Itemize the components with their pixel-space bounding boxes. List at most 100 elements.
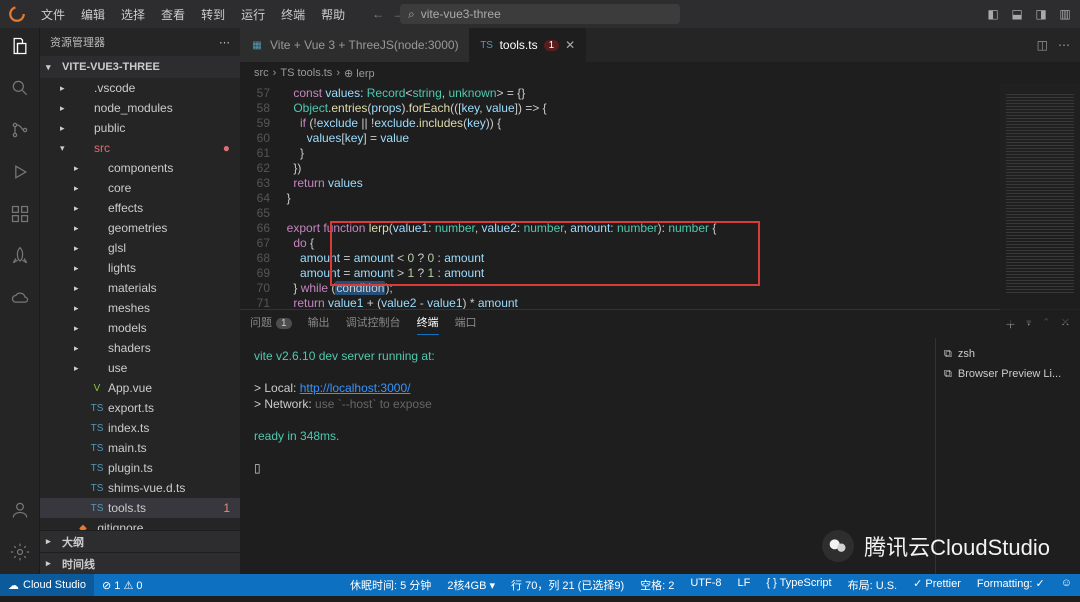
tree-src[interactable]: ▾src● (40, 138, 240, 158)
crumb-src[interactable]: src (254, 67, 269, 79)
code-content[interactable]: const values: Record<string, unknown> = … (280, 84, 1080, 309)
editor-zone: ▦Vite + Vue 3 + ThreeJS(node:3000)TStool… (240, 28, 1080, 574)
breadcrumb[interactable]: src›TS tools.ts›⊕ lerp (240, 62, 1080, 84)
tree-shims-vue.d.ts[interactable]: TSshims-vue.d.ts (40, 478, 240, 498)
tree-use[interactable]: ▸use (40, 358, 240, 378)
cloud-icon[interactable] (8, 286, 32, 310)
tree-components[interactable]: ▸components (40, 158, 240, 178)
layout-right-icon[interactable]: ◨ (1034, 7, 1048, 21)
tree-tools.ts[interactable]: TStools.ts1 (40, 498, 240, 518)
tree-export.ts[interactable]: TSexport.ts (40, 398, 240, 418)
status-item[interactable]: 行 70，列 21 (已选择9) (503, 577, 632, 593)
more-icon[interactable]: ⋯ (219, 36, 230, 49)
file-icon: TS (90, 403, 104, 414)
scm-icon[interactable] (8, 118, 32, 142)
panel-tab-输出[interactable]: 输出 (308, 314, 330, 334)
terminal-output[interactable]: vite v2.6.10 dev server running at: > Lo… (240, 338, 935, 574)
panel-tab-端口[interactable]: 端口 (455, 314, 477, 334)
status-item[interactable]: ☺ (1053, 577, 1080, 589)
panel-tab-问题[interactable]: 问题1 (250, 314, 292, 334)
tree-plugin.ts[interactable]: TSplugin.ts (40, 458, 240, 478)
layout-bottom-icon[interactable]: ⬓ (1010, 7, 1024, 21)
term-Browser Preview Li...[interactable]: ⧉Browser Preview Li... (944, 364, 1072, 384)
minimap[interactable] (1000, 84, 1080, 324)
bottom-panel: 问题1输出调试控制台终端端口 ＋ ▾ ⌃ ✕ vite v2.6.10 dev … (240, 309, 1080, 574)
project-title[interactable]: ▾VITE-VUE3-THREE (40, 56, 240, 78)
search-icon[interactable] (8, 76, 32, 100)
titlebar: 文件编辑选择查看转到运行终端帮助 ← → ⌕ vite-vue3-three ◧… (0, 0, 1080, 28)
app-logo (8, 5, 26, 23)
tree-glsl[interactable]: ▸glsl (40, 238, 240, 258)
file-icon: TS (480, 40, 494, 51)
tree-geometries[interactable]: ▸geometries (40, 218, 240, 238)
menu-转到[interactable]: 转到 (194, 2, 232, 27)
command-center[interactable]: ⌕ vite-vue3-three (400, 4, 680, 24)
status-item[interactable]: LF (730, 577, 759, 589)
sidebar-header: 资源管理器 ⋯ (40, 28, 240, 56)
cloud-studio-badge[interactable]: ☁ Cloud Studio (0, 574, 94, 596)
tree-public[interactable]: ▸public (40, 118, 240, 138)
status-item[interactable]: 布局: U.S. (840, 577, 906, 593)
tab-Vite + Vue 3 + ThreeJS(node:3000)[interactable]: ▦Vite + Vue 3 + ThreeJS(node:3000) (240, 28, 470, 62)
extensions-icon[interactable] (8, 202, 32, 226)
menu-bar: 文件编辑选择查看转到运行终端帮助 (34, 2, 352, 27)
menu-编辑[interactable]: 编辑 (74, 2, 112, 27)
tree-main.ts[interactable]: TSmain.ts (40, 438, 240, 458)
panel-tab-调试控制台[interactable]: 调试控制台 (346, 314, 401, 334)
more-icon[interactable]: ⋯ (1058, 38, 1070, 52)
tree-shaders[interactable]: ▸shaders (40, 338, 240, 358)
sidebar-title: 资源管理器 (50, 34, 105, 50)
local-url[interactable]: http://localhost:3000/ (300, 381, 411, 395)
close-icon[interactable]: ✕ (565, 38, 575, 52)
tree-.vscode[interactable]: ▸.vscode (40, 78, 240, 98)
section-时间线[interactable]: ▸时间线 (40, 552, 240, 574)
crumb-tools.ts[interactable]: TS tools.ts (280, 67, 332, 79)
split-icon[interactable]: ◫ (1037, 38, 1048, 52)
menu-文件[interactable]: 文件 (34, 2, 72, 27)
activity-bar (0, 28, 40, 574)
gear-icon[interactable] (8, 540, 32, 564)
file-icon: TS (90, 423, 104, 434)
status-item[interactable]: 空格: 2 (632, 577, 682, 593)
explorer-icon[interactable] (8, 34, 32, 58)
layout-custom-icon[interactable]: ▥ (1058, 7, 1072, 21)
code-editor[interactable]: 5758596061626364656667686970717273747576… (240, 84, 1080, 309)
status-item[interactable]: { } TypeScript (758, 577, 839, 589)
status-item[interactable]: 2核4GB ▾ (439, 577, 503, 593)
section-大纲[interactable]: ▸大纲 (40, 530, 240, 552)
tree-meshes[interactable]: ▸meshes (40, 298, 240, 318)
tree-node_modules[interactable]: ▸node_modules (40, 98, 240, 118)
menu-查看[interactable]: 查看 (154, 2, 192, 27)
panel-tab-终端[interactable]: 终端 (417, 314, 439, 335)
layout-left-icon[interactable]: ◧ (986, 7, 1000, 21)
file-icon: TS (90, 483, 104, 494)
menu-运行[interactable]: 运行 (234, 2, 272, 27)
terminal-icon: ⧉ (944, 368, 952, 381)
menu-帮助[interactable]: 帮助 (314, 2, 352, 27)
tree-models[interactable]: ▸models (40, 318, 240, 338)
status-item[interactable]: Formatting: ✓ (969, 577, 1053, 590)
tree-materials[interactable]: ▸materials (40, 278, 240, 298)
tree-lights[interactable]: ▸lights (40, 258, 240, 278)
rocket-icon[interactable] (8, 244, 32, 268)
debug-icon[interactable] (8, 160, 32, 184)
nav-back-icon[interactable]: ← (372, 7, 384, 21)
file-icon: TS (90, 463, 104, 474)
tree-.gitignore[interactable]: ◆.gitignore (40, 518, 240, 530)
crumb-lerp[interactable]: ⊕ lerp (344, 67, 375, 80)
term-zsh[interactable]: ⧉zsh (944, 344, 1072, 364)
tree-index.ts[interactable]: TSindex.ts (40, 418, 240, 438)
file-icon: ▦ (250, 40, 264, 51)
title-actions: ◧ ⬓ ◨ ▥ (986, 7, 1072, 21)
tree-App.vue[interactable]: VApp.vue (40, 378, 240, 398)
status-item[interactable]: UTF-8 (682, 577, 729, 589)
account-icon[interactable] (8, 498, 32, 522)
menu-终端[interactable]: 终端 (274, 2, 312, 27)
status-item[interactable]: 休眠时间: 5 分钟 (342, 577, 439, 593)
tree-effects[interactable]: ▸effects (40, 198, 240, 218)
menu-选择[interactable]: 选择 (114, 2, 152, 27)
tab-tools.ts[interactable]: TStools.ts1✕ (470, 28, 587, 62)
tree-core[interactable]: ▸core (40, 178, 240, 198)
status-item[interactable]: ✓ Prettier (905, 577, 969, 590)
problems-count[interactable]: ⊘ 1 ⚠ 0 (94, 574, 150, 596)
